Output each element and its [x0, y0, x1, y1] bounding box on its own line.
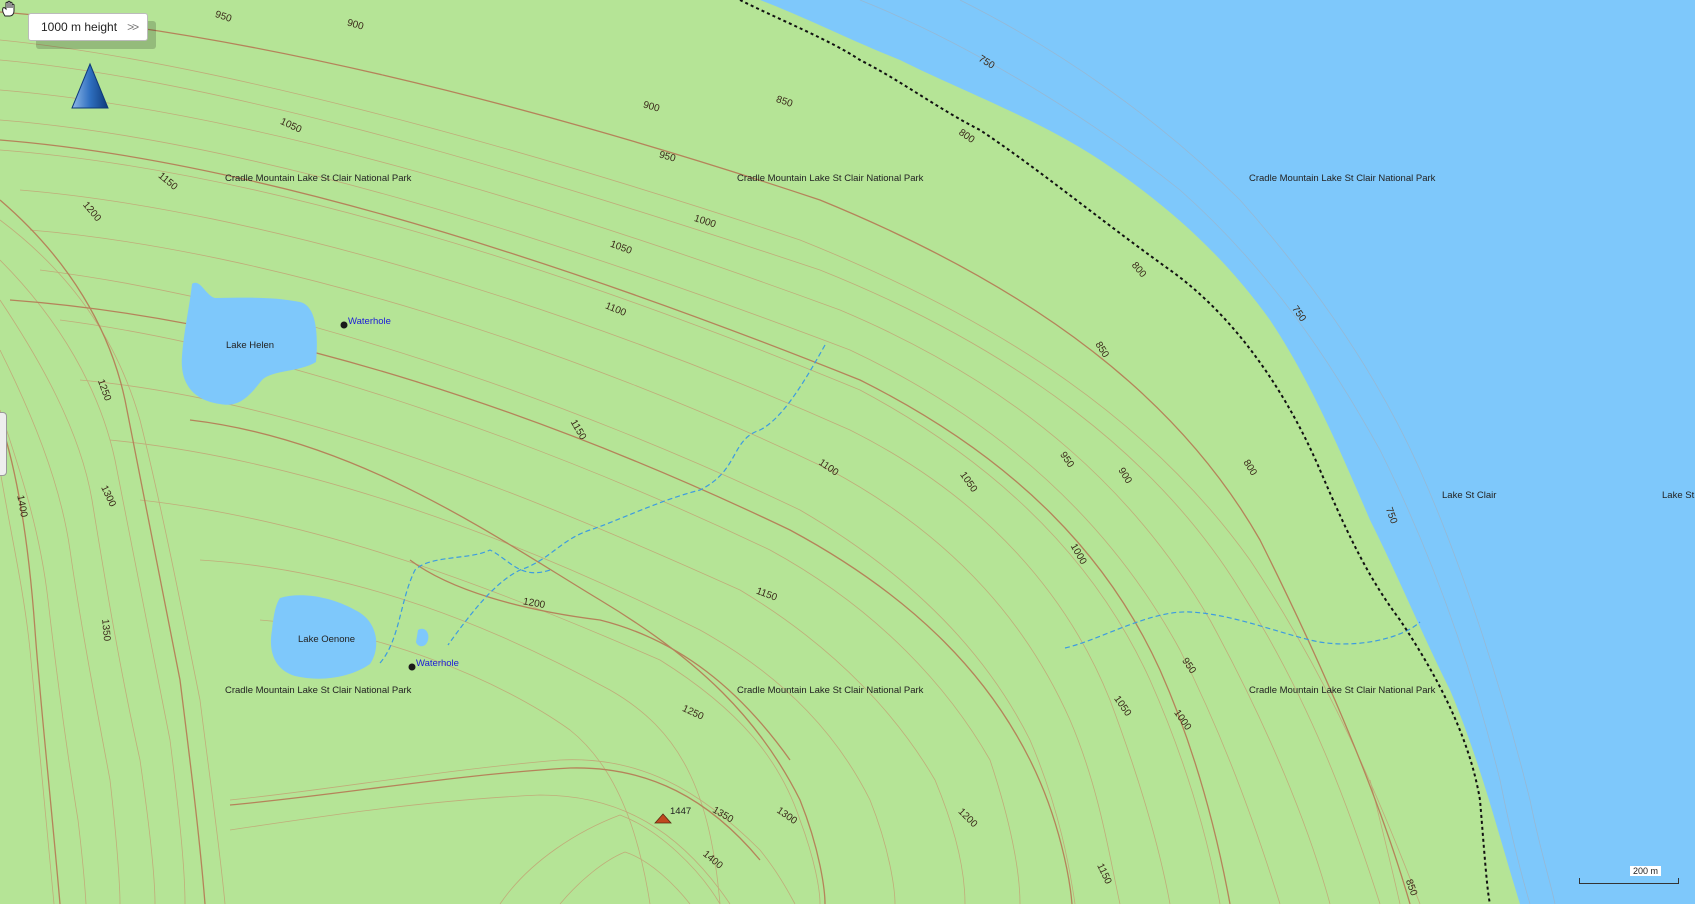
side-panel-handle[interactable]: [0, 412, 7, 476]
scale-label: 200 m: [1629, 866, 1661, 876]
park-label: Cradle Mountain Lake St Clair National P…: [1249, 685, 1436, 696]
waterhole-label[interactable]: Waterhole: [416, 658, 459, 669]
expand-icon[interactable]: >>: [127, 20, 139, 34]
lake-oenone-label: Lake Oenone: [298, 634, 355, 645]
scale-bar-line: [1579, 878, 1679, 884]
scale-bar: 200 m: [1579, 866, 1679, 884]
waterhole-icon[interactable]: [340, 321, 348, 329]
north-arrow-icon[interactable]: [70, 62, 110, 110]
park-label: Cradle Mountain Lake St Clair National P…: [737, 173, 924, 184]
lake-st-clair-label: Lake St Clair: [1442, 490, 1496, 501]
hand-icon[interactable]: [0, 0, 18, 18]
park-label: Cradle Mountain Lake St Clair National P…: [1249, 173, 1436, 184]
summit-elevation: 1447: [670, 806, 691, 817]
park-label: Cradle Mountain Lake St Clair National P…: [737, 685, 924, 696]
park-label: Cradle Mountain Lake St Clair National P…: [225, 173, 412, 184]
topographic-map[interactable]: 950 900 1050 1150 1200 900 850 950 1000 …: [0, 0, 1695, 904]
waterhole-icon[interactable]: [408, 663, 416, 671]
height-tooltip[interactable]: 1000 m height >>: [28, 13, 149, 41]
height-tooltip-label: 1000 m height: [41, 20, 118, 34]
park-label: Cradle Mountain Lake St Clair National P…: [225, 685, 412, 696]
contour-label: 1350: [99, 619, 112, 643]
lake-helen-label: Lake Helen: [226, 340, 274, 351]
lake-st-clair-label-cut: Lake St: [1662, 490, 1695, 501]
waterhole-label[interactable]: Waterhole: [348, 316, 391, 327]
